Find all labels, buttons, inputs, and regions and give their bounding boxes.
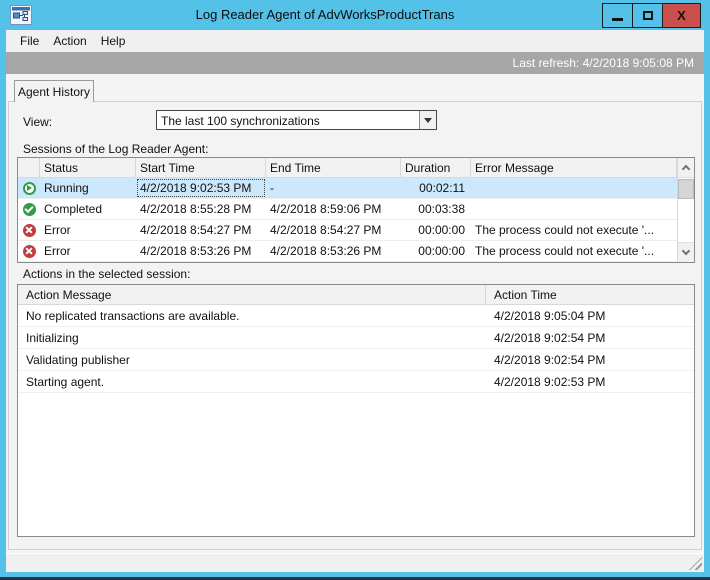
sessions-table: Status Start Time End Time Duration Erro…	[17, 157, 695, 263]
session-error	[471, 199, 677, 219]
menu-help[interactable]: Help	[101, 34, 126, 48]
view-dropdown-button[interactable]	[419, 111, 436, 129]
content-area: Agent History View: The last 100 synchro…	[6, 74, 704, 553]
resize-grip-icon[interactable]	[689, 557, 702, 570]
action-message: Starting agent.	[26, 374, 105, 389]
sessions-header-row: Status Start Time End Time Duration Erro…	[18, 158, 694, 178]
chevron-down-icon	[424, 117, 432, 123]
session-start-time: 4/2/2018 8:53:26 PM	[140, 244, 252, 258]
table-row[interactable]: Completed 4/2/2018 8:55:28 PM 4/2/2018 8…	[18, 199, 694, 220]
column-header-icon[interactable]	[18, 158, 40, 178]
action-message: Validating publisher	[26, 352, 130, 367]
tab-agent-history[interactable]: Agent History	[14, 80, 94, 102]
running-status-icon	[22, 181, 36, 195]
session-duration: 00:00:00	[418, 223, 465, 237]
action-message: No replicated transactions are available…	[26, 308, 240, 323]
table-row[interactable]: Error 4/2/2018 8:53:26 PM 4/2/2018 8:53:…	[18, 241, 694, 262]
session-status: Completed	[44, 202, 103, 216]
list-item[interactable]: Validating publisher 4/2/2018 9:02:54 PM	[18, 349, 694, 371]
actions-header-row: Action Message Action Time	[18, 285, 694, 305]
actions-label: Actions in the selected session:	[23, 267, 191, 281]
action-time: 4/2/2018 9:02:54 PM	[494, 330, 606, 345]
column-header-duration[interactable]: Duration	[401, 158, 471, 178]
list-item[interactable]: Starting agent. 4/2/2018 9:02:53 PM	[18, 371, 694, 393]
sessions-label: Sessions of the Log Reader Agent:	[23, 142, 209, 156]
list-item[interactable]: Initializing 4/2/2018 9:02:54 PM	[18, 327, 694, 349]
minimize-button[interactable]	[602, 3, 633, 28]
chevron-down-icon	[681, 246, 691, 256]
session-duration: 00:03:38	[418, 202, 465, 216]
window-title: Log Reader Agent of AdvWorksProductTrans	[195, 7, 455, 22]
maximize-button[interactable]	[632, 3, 663, 28]
table-row[interactable]: Running 4/2/2018 9:02:53 PM - 00:02:11	[18, 178, 694, 199]
view-dropdown[interactable]: The last 100 synchronizations	[156, 110, 437, 130]
action-message: Initializing	[26, 330, 79, 345]
session-start-time: 4/2/2018 8:55:28 PM	[140, 202, 252, 216]
session-start-time: 4/2/2018 9:02:53 PM	[136, 178, 266, 198]
menu-action[interactable]: Action	[53, 34, 86, 48]
error-status-icon	[22, 223, 36, 237]
window-controls: X	[602, 3, 701, 28]
app-icon[interactable]	[10, 5, 32, 25]
session-status: Error	[44, 223, 71, 237]
scrollbar-thumb[interactable]	[678, 179, 694, 199]
column-header-end-time[interactable]: End Time	[266, 158, 401, 178]
column-header-start-time[interactable]: Start Time	[136, 158, 266, 178]
session-error: The process could not execute '...	[475, 244, 655, 258]
column-header-status[interactable]: Status	[40, 158, 136, 178]
table-row[interactable]: Error 4/2/2018 8:54:27 PM 4/2/2018 8:54:…	[18, 220, 694, 241]
session-end-time: 4/2/2018 8:54:27 PM	[270, 223, 382, 237]
menu-bar: File Action Help	[6, 30, 704, 52]
action-time: 4/2/2018 9:02:54 PM	[494, 352, 606, 367]
last-refresh-bar: Last refresh: 4/2/2018 9:05:08 PM	[6, 52, 704, 74]
column-header-error-message[interactable]: Error Message	[471, 158, 677, 178]
action-time: 4/2/2018 9:02:53 PM	[494, 374, 606, 389]
session-status: Error	[44, 244, 71, 258]
scroll-up-button[interactable]	[678, 158, 694, 178]
status-bar	[6, 553, 704, 572]
log-reader-agent-window: Log Reader Agent of AdvWorksProductTrans…	[0, 0, 710, 580]
session-error	[471, 178, 677, 198]
action-time: 4/2/2018 9:05:04 PM	[494, 308, 606, 323]
close-icon: X	[677, 8, 686, 23]
session-end-time: -	[270, 181, 274, 195]
session-start-time: 4/2/2018 8:54:27 PM	[140, 223, 252, 237]
minimize-icon	[612, 17, 623, 21]
session-error: The process could not execute '...	[475, 223, 655, 237]
chevron-up-icon	[681, 164, 691, 174]
view-label: View:	[23, 115, 53, 129]
completed-status-icon	[22, 202, 36, 216]
scroll-down-button[interactable]	[678, 242, 694, 262]
titlebar: Log Reader Agent of AdvWorksProductTrans…	[0, 0, 710, 30]
list-item[interactable]: No replicated transactions are available…	[18, 305, 694, 327]
maximize-icon	[642, 11, 653, 20]
session-end-time: 4/2/2018 8:59:06 PM	[270, 202, 382, 216]
close-button[interactable]: X	[662, 3, 701, 28]
column-header-action-time[interactable]: Action Time	[486, 285, 694, 304]
menu-file[interactable]: File	[20, 34, 39, 48]
session-end-time: 4/2/2018 8:53:26 PM	[270, 244, 382, 258]
error-status-icon	[22, 244, 36, 258]
actions-table: Action Message Action Time No replicated…	[17, 284, 695, 537]
view-dropdown-value: The last 100 synchronizations	[161, 114, 320, 128]
session-status: Running	[44, 181, 89, 195]
column-header-action-message[interactable]: Action Message	[18, 285, 486, 304]
session-duration: 00:00:00	[418, 244, 465, 258]
session-duration: 00:02:11	[419, 181, 465, 195]
sessions-vertical-scrollbar[interactable]	[677, 158, 694, 262]
agent-history-pane: View: The last 100 synchronizations Sess…	[8, 101, 702, 550]
